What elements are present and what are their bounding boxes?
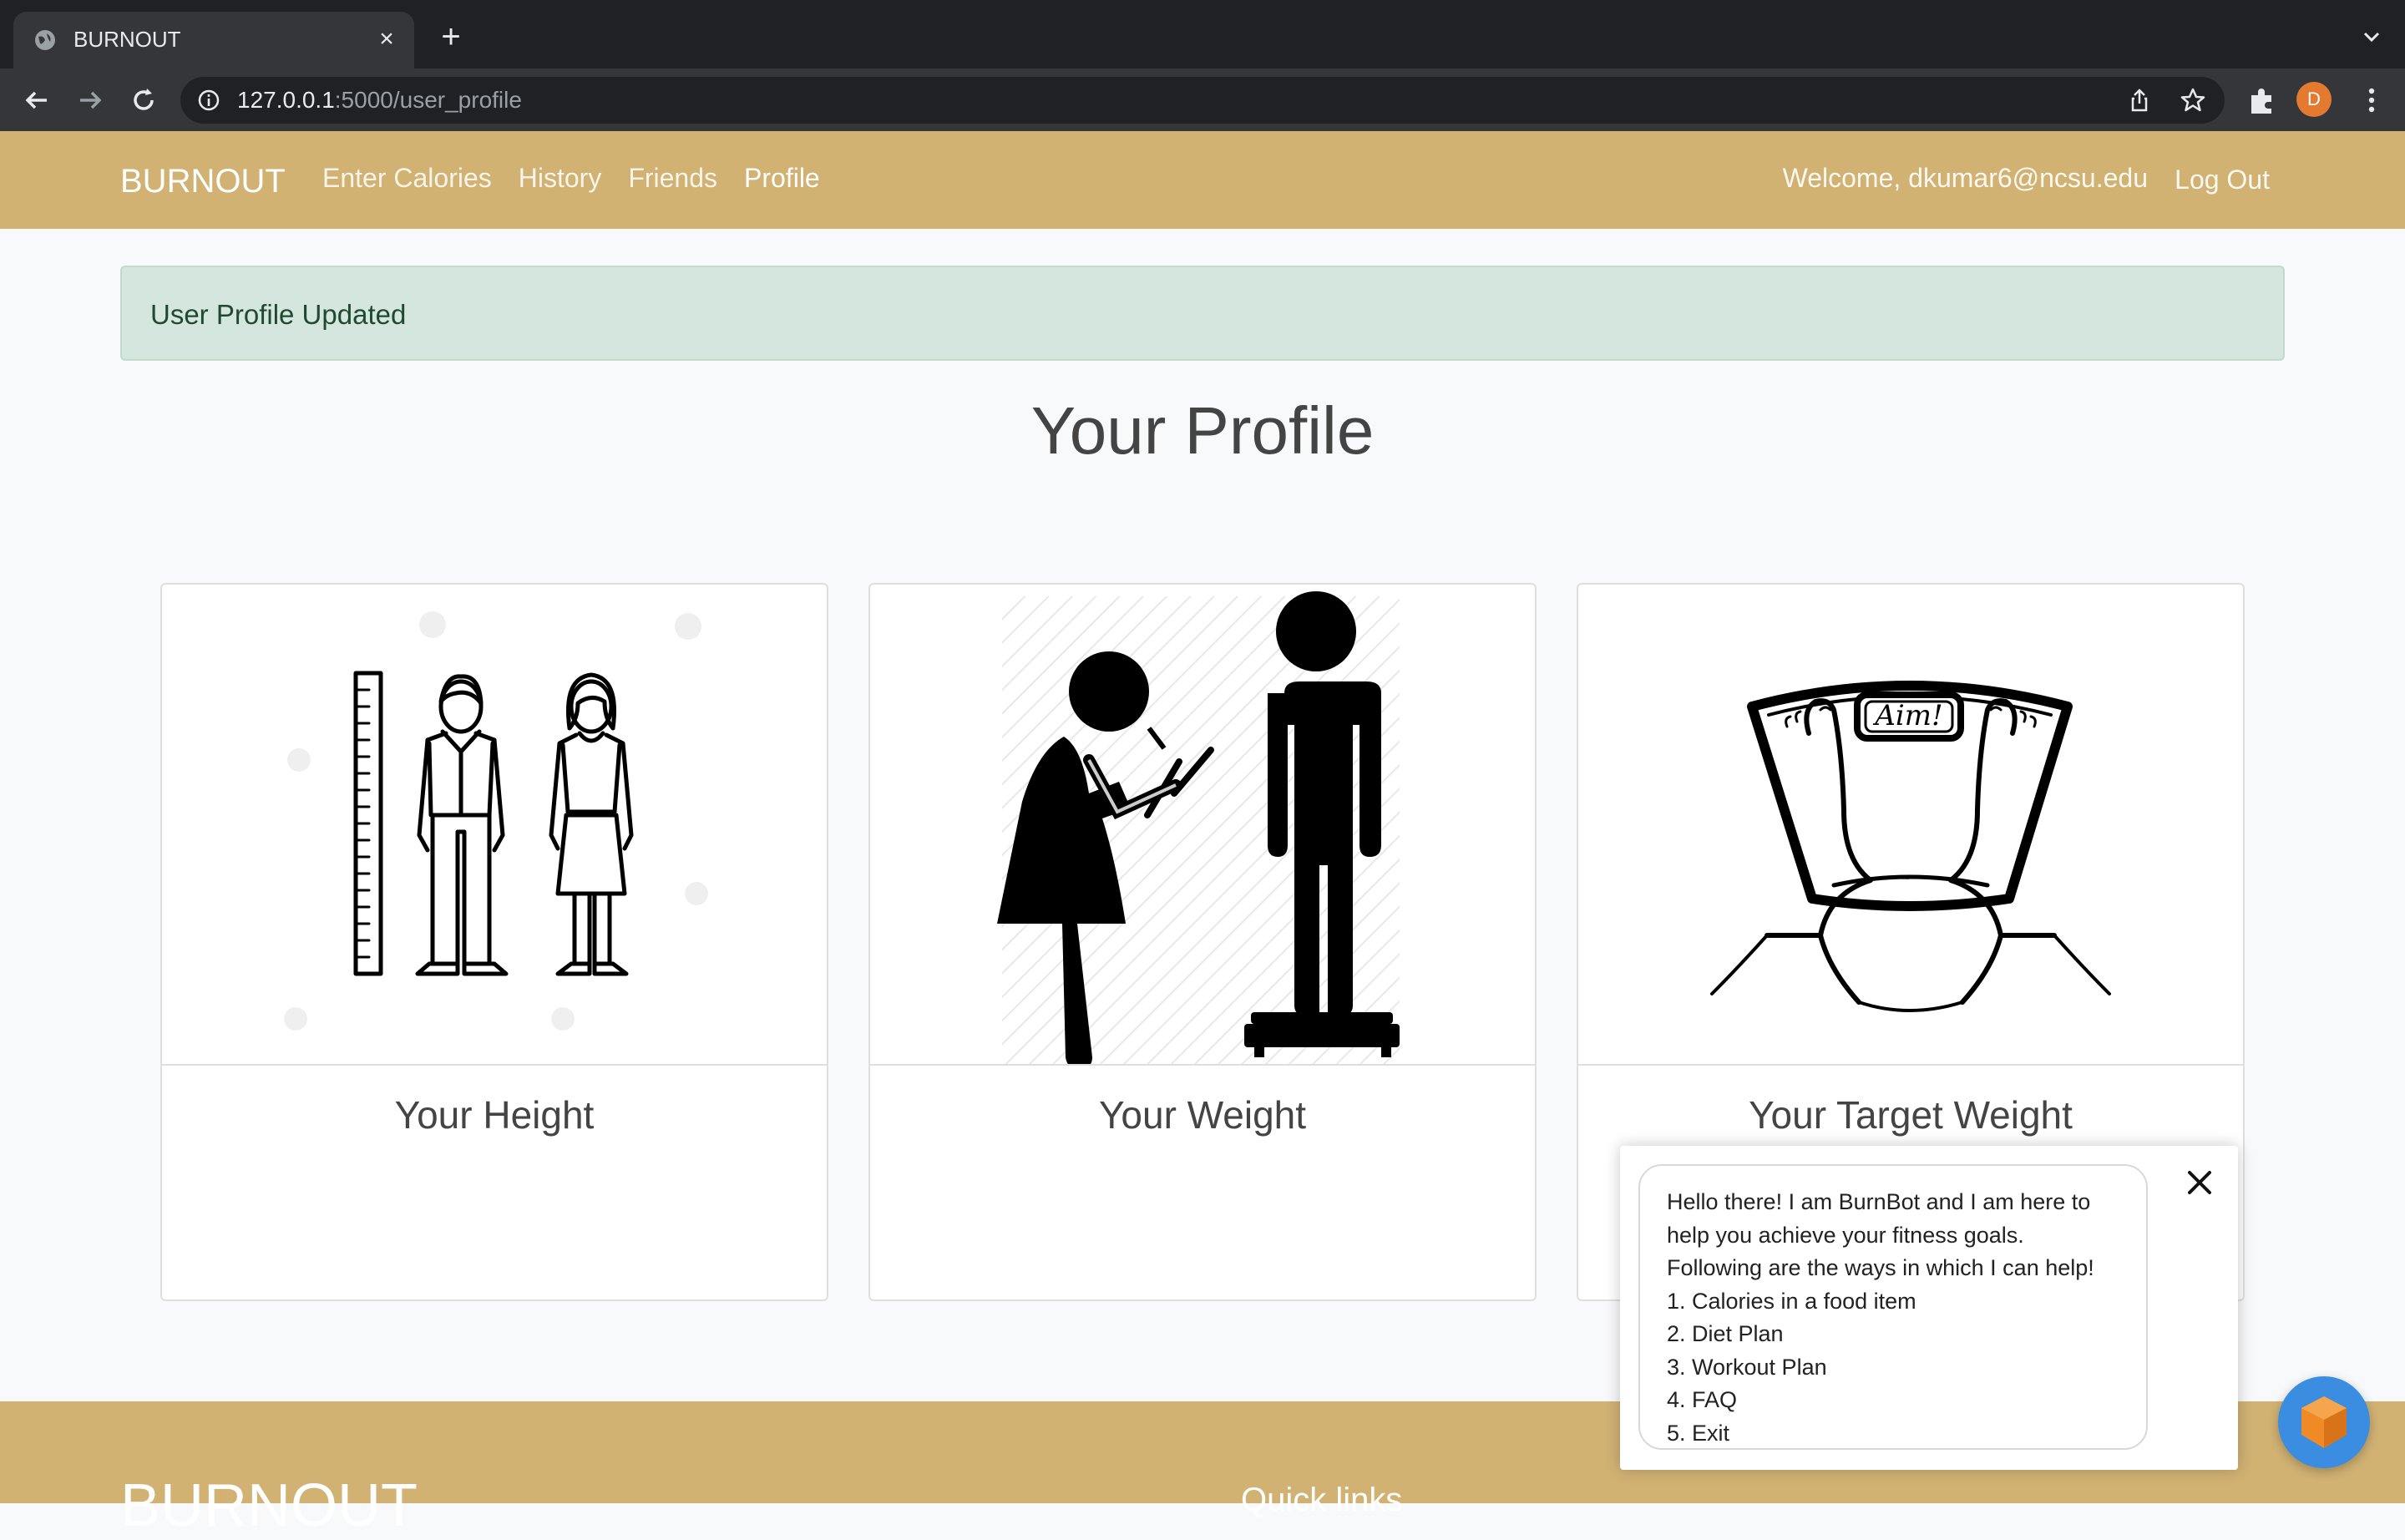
success-alert: User Profile Updated bbox=[120, 266, 2285, 361]
nav-enter-calories[interactable]: Enter Calories bbox=[322, 163, 492, 194]
bookmark-star-icon[interactable] bbox=[2180, 87, 2206, 114]
chat-option: 1. Calories in a food item bbox=[1667, 1288, 1916, 1314]
nav-history[interactable]: History bbox=[519, 163, 602, 194]
profile-avatar[interactable]: D bbox=[2296, 82, 2332, 117]
cube-icon bbox=[2301, 1396, 2347, 1448]
info-icon[interactable] bbox=[197, 89, 220, 112]
height-chart-icon bbox=[284, 611, 708, 1031]
chatbot-message-bubble: Hello there! I am BurnBot and I am here … bbox=[1638, 1164, 2148, 1450]
scale-feet-icon: Aim! bbox=[1710, 681, 2111, 1012]
height-card[interactable]: Your Height bbox=[160, 583, 828, 1301]
globe-icon bbox=[35, 30, 55, 50]
url-text: 127.0.0.1:5000/user_profile bbox=[237, 87, 522, 114]
navbar-brand[interactable]: BURNOUT bbox=[120, 163, 286, 200]
browser-tab[interactable]: BURNOUT × bbox=[13, 12, 414, 68]
chat-option: 5. Exit bbox=[1667, 1420, 1730, 1446]
weighing-person-icon bbox=[997, 591, 1400, 1069]
page-title: Your Profile bbox=[1030, 393, 1375, 468]
weight-card[interactable]: Your Weight bbox=[868, 583, 1537, 1301]
welcome-text: Welcome, dkumar6@ncsu.edu bbox=[1782, 163, 2148, 193]
extensions-puzzle-icon[interactable] bbox=[2245, 84, 2278, 117]
height-label: Your Height bbox=[394, 1093, 595, 1137]
url-host: 127.0.0.1 bbox=[237, 87, 335, 113]
chat-line: help you achieve your fitness goals. bbox=[1667, 1222, 2024, 1248]
chevron-down-icon[interactable] bbox=[2358, 23, 2385, 50]
weight-label: Your Weight bbox=[1098, 1093, 1307, 1137]
browser-tabbar: BURNOUT × + bbox=[0, 0, 2405, 68]
target-weight-label: Your Target Weight bbox=[1749, 1093, 2073, 1137]
chat-option: 3. Workout Plan bbox=[1667, 1354, 1827, 1380]
weight-illustration bbox=[870, 585, 1535, 1069]
tab-title: BURNOUT bbox=[73, 27, 181, 52]
scale-aim-text: Aim! bbox=[1872, 699, 1942, 732]
chat-line: Hello there! I am BurnBot and I am here … bbox=[1667, 1189, 2091, 1214]
nav-friends[interactable]: Friends bbox=[628, 163, 717, 194]
logout-link[interactable]: Log Out bbox=[2175, 165, 2270, 195]
address-bar[interactable]: 127.0.0.1:5000/user_profile bbox=[180, 77, 2225, 124]
more-vertical-icon[interactable] bbox=[2355, 84, 2388, 117]
chatbot-launcher-button[interactable] bbox=[2278, 1376, 2370, 1468]
chat-option: 4. FAQ bbox=[1667, 1387, 1738, 1412]
nav-links: Enter Calories History Friends Profile bbox=[322, 163, 847, 194]
chatbot-popup: Hello there! I am BurnBot and I am here … bbox=[1620, 1146, 2238, 1470]
new-tab-icon[interactable]: + bbox=[434, 20, 468, 53]
browser-toolbar: 127.0.0.1:5000/user_profile D bbox=[0, 68, 2405, 131]
reload-icon[interactable] bbox=[127, 84, 160, 117]
close-tab-icon[interactable]: × bbox=[372, 25, 401, 53]
footer-quick-links-heading: Quick links bbox=[1241, 1482, 1403, 1518]
forward-arrow-icon[interactable] bbox=[73, 84, 107, 117]
app-navbar: BURNOUT Enter Calories History Friends P… bbox=[0, 131, 2405, 229]
nav-profile[interactable]: Profile bbox=[744, 163, 820, 194]
chat-option: 2. Diet Plan bbox=[1667, 1321, 1784, 1346]
footer-brand: BURNOUT bbox=[120, 1472, 418, 1539]
chat-line: Following are the ways in which I can he… bbox=[1667, 1255, 2094, 1280]
height-illustration bbox=[162, 585, 827, 1066]
back-arrow-icon[interactable] bbox=[20, 84, 53, 117]
url-path: :5000/user_profile bbox=[334, 87, 522, 113]
alert-message: User Profile Updated bbox=[150, 299, 407, 330]
close-icon[interactable] bbox=[2183, 1166, 2216, 1199]
target-weight-illustration: Aim! bbox=[1578, 585, 2243, 1066]
share-icon[interactable] bbox=[2126, 87, 2153, 114]
